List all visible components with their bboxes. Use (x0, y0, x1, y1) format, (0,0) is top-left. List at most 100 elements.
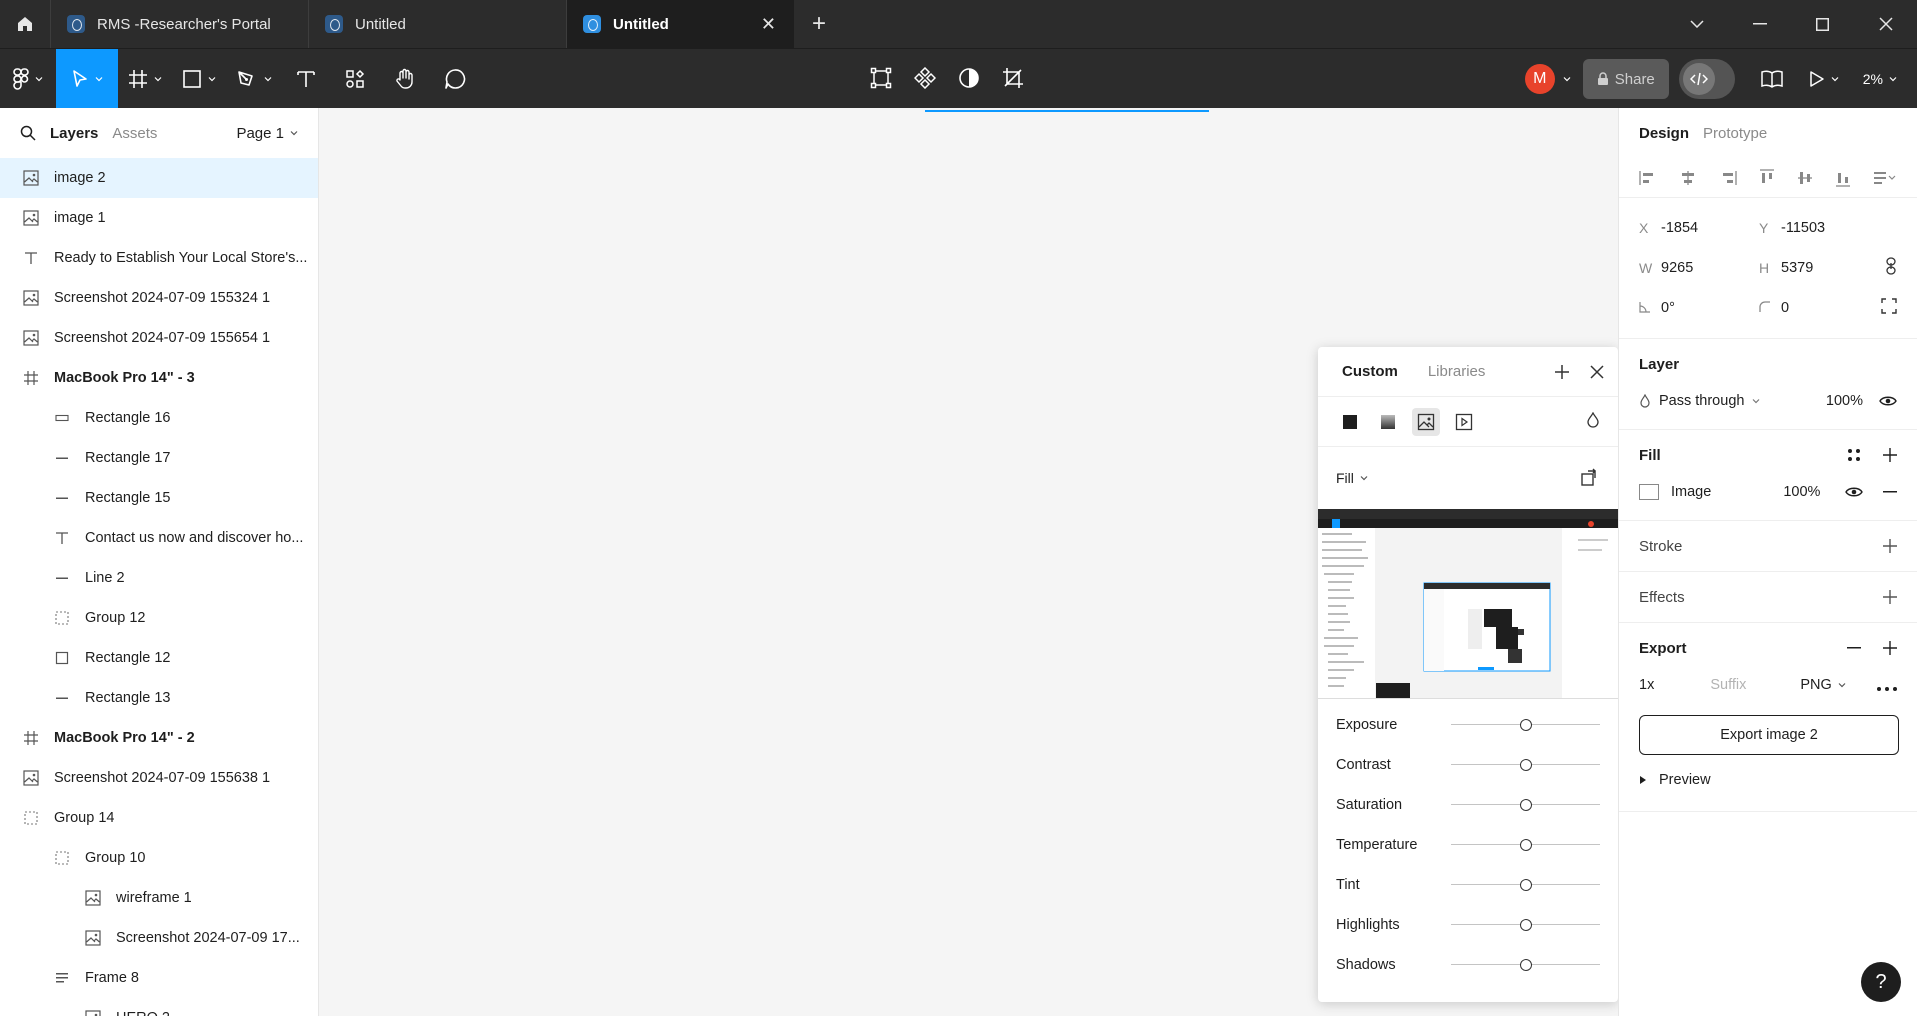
mask-button[interactable] (958, 67, 980, 92)
home-button[interactable] (0, 0, 50, 48)
library-button[interactable] (1745, 49, 1799, 109)
export-format-dropdown[interactable]: PNG (1800, 677, 1846, 693)
layer-row[interactable]: Line 2 (0, 558, 318, 598)
shape-tool[interactable] (172, 49, 226, 109)
search-icon[interactable] (20, 125, 36, 141)
move-tool[interactable] (56, 48, 118, 109)
blend-mode-button[interactable] (1586, 411, 1600, 431)
layer-row[interactable]: HERO 2 (0, 998, 318, 1016)
width-field[interactable]: W 9265 (1639, 260, 1759, 276)
distribute-icon[interactable] (1873, 170, 1897, 186)
export-button[interactable]: Export image 2 (1639, 715, 1899, 755)
main-menu-button[interactable] (0, 49, 56, 109)
tab-untitled-1[interactable]: Untitled (308, 0, 566, 48)
align-horizontal-center-icon[interactable] (1679, 170, 1697, 186)
layer-row[interactable]: Rectangle 16 (0, 398, 318, 438)
zoom-dropdown[interactable]: 2% (1863, 71, 1897, 87)
layer-row[interactable]: Group 10 (0, 838, 318, 878)
layer-row[interactable]: Rectangle 15 (0, 478, 318, 518)
tab-design[interactable]: Design (1639, 125, 1689, 142)
add-icon[interactable] (1554, 364, 1570, 380)
add-stroke-icon[interactable] (1883, 539, 1897, 553)
minimize-button[interactable] (1728, 0, 1791, 48)
adjustment-slider[interactable] (1451, 839, 1600, 851)
rotation-field[interactable]: 0° (1639, 300, 1759, 316)
more-options-icon[interactable] (1877, 674, 1897, 697)
create-component-button[interactable] (913, 66, 937, 92)
page-selector[interactable]: Page 1 (236, 125, 298, 142)
add-fill-icon[interactable] (1883, 448, 1897, 462)
layer-row[interactable]: image 1 (0, 198, 318, 238)
adjustment-slider[interactable] (1451, 799, 1600, 811)
layer-row[interactable]: Contact us now and discover ho... (0, 518, 318, 558)
video-fill-button[interactable] (1450, 408, 1478, 436)
slider-thumb[interactable] (1519, 799, 1532, 811)
comment-tool[interactable] (430, 49, 480, 109)
slider-thumb[interactable] (1519, 759, 1532, 771)
layer-row[interactable]: image 2 (0, 158, 318, 198)
solid-fill-button[interactable] (1336, 408, 1364, 436)
slider-thumb[interactable] (1519, 839, 1532, 851)
frame-tool[interactable] (118, 49, 172, 109)
layer-row[interactable]: Rectangle 17 (0, 438, 318, 478)
align-right-icon[interactable] (1719, 170, 1737, 186)
slider-thumb[interactable] (1519, 719, 1532, 731)
layer-row[interactable]: Screenshot 2024-07-09 155638 1 (0, 758, 318, 798)
export-suffix-input[interactable]: Suffix (1710, 677, 1800, 693)
close-tab-icon[interactable]: ✕ (761, 14, 776, 35)
present-button[interactable] (1799, 49, 1849, 109)
fill-opacity-field[interactable]: 100% (1783, 484, 1820, 500)
tab-layers[interactable]: Layers (50, 125, 98, 142)
eye-icon[interactable] (1845, 486, 1863, 498)
layer-row[interactable]: Screenshot 2024-07-09 155654 1 (0, 318, 318, 358)
slider-thumb[interactable] (1519, 959, 1532, 971)
close-icon[interactable] (1590, 364, 1604, 379)
layer-row[interactable]: Ready to Establish Your Local Store's... (0, 238, 318, 278)
adjustment-slider[interactable] (1451, 919, 1600, 931)
gradient-fill-button[interactable] (1374, 408, 1402, 436)
layer-row[interactable]: Rectangle 12 (0, 638, 318, 678)
corner-radius-field[interactable]: 0 (1759, 300, 1879, 316)
tab-rms-portal[interactable]: RMS -Researcher's Portal (50, 0, 308, 48)
export-preview-toggle[interactable]: Preview (1619, 755, 1917, 805)
close-window-button[interactable] (1854, 0, 1917, 48)
layer-row[interactable]: Rectangle 13 (0, 678, 318, 718)
share-button[interactable]: Share (1582, 59, 1669, 99)
fill-mode-dropdown[interactable]: Fill (1336, 470, 1368, 486)
independent-corners-icon[interactable] (1881, 298, 1897, 318)
align-bottom-icon[interactable] (1835, 169, 1851, 187)
edit-object-button[interactable] (870, 67, 892, 92)
align-vertical-center-icon[interactable] (1797, 169, 1813, 187)
hand-tool[interactable] (380, 49, 430, 109)
styles-grid-icon[interactable] (1847, 448, 1861, 462)
image-fill-swatch[interactable] (1639, 484, 1659, 500)
tab-assets[interactable]: Assets (112, 125, 157, 142)
tab-prototype[interactable]: Prototype (1703, 125, 1767, 142)
adjustment-slider[interactable] (1451, 959, 1600, 971)
align-top-icon[interactable] (1759, 168, 1775, 187)
align-left-icon[interactable] (1639, 170, 1657, 186)
text-tool[interactable] (282, 49, 330, 109)
dev-mode-toggle[interactable] (1678, 59, 1735, 99)
layer-row[interactable]: Screenshot 2024-07-09 17... (0, 918, 318, 958)
layer-row[interactable]: Frame 8 (0, 958, 318, 998)
resources-tool[interactable] (330, 49, 380, 109)
layer-row[interactable]: wireframe 1 (0, 878, 318, 918)
slider-thumb[interactable] (1519, 919, 1532, 931)
tab-untitled-active[interactable]: Untitled ✕ (566, 0, 794, 48)
layer-opacity-field[interactable]: 100% (1826, 393, 1863, 409)
adjustment-slider[interactable] (1451, 879, 1600, 891)
height-field[interactable]: H 5379 (1759, 260, 1879, 276)
avatar[interactable]: M (1524, 64, 1555, 94)
maximize-button[interactable] (1791, 0, 1854, 48)
image-fill-button[interactable] (1412, 407, 1440, 436)
remove-export-icon[interactable] (1847, 647, 1861, 649)
chevron-down-icon[interactable] (1563, 75, 1571, 83)
crop-button[interactable] (1002, 67, 1024, 92)
adjustment-slider[interactable] (1451, 719, 1600, 731)
add-effect-icon[interactable] (1883, 590, 1897, 604)
layer-row[interactable]: Group 12 (0, 598, 318, 638)
tabs-dropdown-icon[interactable] (1665, 0, 1728, 48)
layer-row[interactable]: Screenshot 2024-07-09 155324 1 (0, 278, 318, 318)
blend-mode-dropdown[interactable]: Pass through (1639, 393, 1760, 409)
